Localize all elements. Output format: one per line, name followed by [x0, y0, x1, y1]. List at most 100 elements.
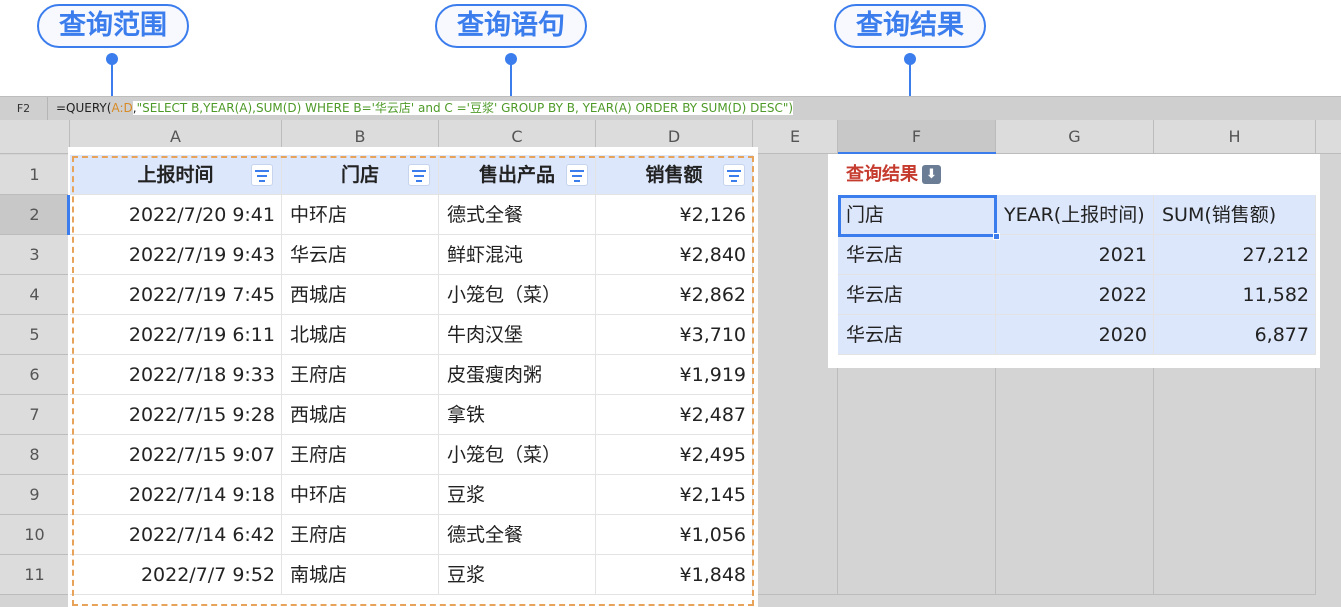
source-cell-product[interactable]: 德式全餐	[439, 195, 596, 235]
source-cell-store[interactable]: 南城店	[282, 555, 439, 595]
cell-reference-box[interactable]: F2	[0, 97, 48, 120]
source-cell-store[interactable]: 王府店	[282, 435, 439, 475]
row-header-6[interactable]: 6	[0, 355, 70, 395]
source-cell-sales[interactable]: ¥2,840	[596, 235, 753, 275]
row-header-3[interactable]: 3	[0, 235, 70, 275]
source-cell-product[interactable]: 皮蛋瘦肉粥	[439, 355, 596, 395]
result-cell-sum[interactable]: 6,877	[1154, 315, 1316, 355]
result-title: 查询结果 ⬇	[846, 160, 941, 190]
result-cell-year[interactable]: 2021	[996, 235, 1154, 275]
source-cell-sales[interactable]: ¥2,495	[596, 435, 753, 475]
empty-column-e[interactable]	[753, 155, 838, 595]
result-cell-store[interactable]: 华云店	[838, 275, 996, 315]
source-cell-product[interactable]: 豆浆	[439, 555, 596, 595]
row-header-8[interactable]: 8	[0, 435, 70, 475]
source-cell-store[interactable]: 中环店	[282, 475, 439, 515]
formula-query-string-end: ' GROUP BY B, YEAR(A) ORDER BY SUM(D) DE…	[493, 101, 794, 115]
row-header-5[interactable]: 5	[0, 315, 70, 355]
source-cell-store[interactable]: 王府店	[282, 355, 439, 395]
result-header-store[interactable]: 门店	[838, 195, 996, 235]
header-label-store: 门店	[340, 164, 379, 186]
source-cell-sales[interactable]: ¥1,848	[596, 555, 753, 595]
source-cell-sales[interactable]: ¥2,126	[596, 195, 753, 235]
source-cell-product[interactable]: 小笼包（菜）	[439, 435, 596, 475]
source-cell-store[interactable]: 北城店	[282, 315, 439, 355]
row-header-1[interactable]: 1	[0, 155, 70, 195]
result-cell-store[interactable]: 华云店	[838, 315, 996, 355]
source-cell-time[interactable]: 2022/7/18 9:33	[70, 355, 282, 395]
header-label-sales: 销售额	[645, 164, 703, 186]
source-cell-product[interactable]: 拿铁	[439, 395, 596, 435]
source-cell-time[interactable]: 2022/7/15 9:07	[70, 435, 282, 475]
callout-query-line	[510, 59, 512, 99]
callout-query-result: 查询结果	[834, 4, 986, 48]
filter-icon-time[interactable]	[251, 164, 273, 186]
row-header-11[interactable]: 11	[0, 555, 70, 595]
source-cell-sales[interactable]: ¥2,862	[596, 275, 753, 315]
result-header-sum[interactable]: SUM(销售额)	[1154, 195, 1316, 235]
source-cell-sales[interactable]: ¥2,145	[596, 475, 753, 515]
filter-icon-store[interactable]	[408, 164, 430, 186]
down-arrow-icon: ⬇	[922, 165, 941, 184]
row-header-2[interactable]: 2	[0, 195, 70, 235]
source-cell-sales[interactable]: ¥1,056	[596, 515, 753, 555]
source-cell-store[interactable]: 中环店	[282, 195, 439, 235]
column-header-f[interactable]: F	[838, 120, 996, 154]
source-cell-time[interactable]: 2022/7/19 7:45	[70, 275, 282, 315]
column-header-e[interactable]: E	[753, 120, 838, 154]
row-header-10[interactable]: 10	[0, 515, 70, 555]
source-cell-time[interactable]: 2022/7/14 6:42	[70, 515, 282, 555]
empty-column-g[interactable]	[996, 355, 1154, 595]
corner-cell[interactable]	[0, 120, 70, 154]
source-cell-product[interactable]: 鲜虾混沌	[439, 235, 596, 275]
fill-handle[interactable]	[993, 233, 1000, 240]
source-cell-store[interactable]: 西城店	[282, 275, 439, 315]
empty-column-f[interactable]	[838, 355, 996, 595]
active-row-indicator	[67, 195, 70, 235]
result-cell-sum[interactable]: 11,582	[1154, 275, 1316, 315]
source-cell-product[interactable]: 德式全餐	[439, 515, 596, 555]
formula-range: A:D	[111, 101, 133, 115]
source-cell-time[interactable]: 2022/7/15 9:28	[70, 395, 282, 435]
source-cell-time[interactable]: 2022/7/19 6:11	[70, 315, 282, 355]
formula-query-string: "SELECT B,YEAR(A),SUM(D) WHERE B='华云店' a…	[136, 101, 494, 115]
source-cell-sales[interactable]: ¥1,919	[596, 355, 753, 395]
source-cell-store[interactable]: 西城店	[282, 395, 439, 435]
source-cell-store[interactable]: 华云店	[282, 235, 439, 275]
callout-query-range: 查询范围	[37, 4, 189, 48]
source-cell-sales[interactable]: ¥2,487	[596, 395, 753, 435]
row-header-4[interactable]: 4	[0, 275, 70, 315]
sheet-grid[interactable]: A B C D E F G H 1 2 3 4 5 6 7 8 9 10 11 …	[0, 120, 1341, 607]
source-cell-sales[interactable]: ¥3,710	[596, 315, 753, 355]
result-cell-year[interactable]: 2020	[996, 315, 1154, 355]
formula-bar[interactable]: F2 =QUERY(A:D,"SELECT B,YEAR(A),SUM(D) W…	[0, 96, 1341, 120]
header-label-product: 售出产品	[478, 164, 555, 186]
row-header-7[interactable]: 7	[0, 395, 70, 435]
result-header-year[interactable]: YEAR(上报时间)	[996, 195, 1154, 235]
result-cell-year[interactable]: 2022	[996, 275, 1154, 315]
source-cell-time[interactable]: 2022/7/14 9:18	[70, 475, 282, 515]
source-cell-time[interactable]: 2022/7/19 9:43	[70, 235, 282, 275]
empty-column-h[interactable]	[1154, 355, 1316, 595]
result-cell-store[interactable]: 华云店	[838, 235, 996, 275]
source-cell-product[interactable]: 豆浆	[439, 475, 596, 515]
column-header-g[interactable]: G	[996, 120, 1154, 154]
filter-icon-sales[interactable]	[723, 164, 745, 186]
formula-function: =QUERY(	[56, 101, 112, 115]
source-cell-time[interactable]: 2022/7/20 9:41	[70, 195, 282, 235]
header-label-time: 上报时间	[137, 164, 214, 186]
result-cell-sum[interactable]: 27,212	[1154, 235, 1316, 275]
source-cell-product[interactable]: 小笼包（菜）	[439, 275, 596, 315]
formula-input[interactable]: =QUERY(A:D,"SELECT B,YEAR(A),SUM(D) WHER…	[56, 97, 794, 120]
source-cell-store[interactable]: 王府店	[282, 515, 439, 555]
callout-query-statement: 查询语句	[435, 4, 587, 48]
spreadsheet-screenshot: 查询范围 查询语句 查询结果 F2 =QUERY(A:D,"SELECT B,Y…	[0, 0, 1341, 607]
row-header-9[interactable]: 9	[0, 475, 70, 515]
formula-comma: ,	[132, 101, 137, 115]
column-header-h[interactable]: H	[1154, 120, 1316, 154]
result-title-text: 查询结果	[846, 164, 918, 185]
source-cell-time[interactable]: 2022/7/7 9:52	[70, 555, 282, 595]
column-header-overflow[interactable]	[1316, 120, 1341, 154]
filter-icon-product[interactable]	[566, 164, 588, 186]
source-cell-product[interactable]: 牛肉汉堡	[439, 315, 596, 355]
